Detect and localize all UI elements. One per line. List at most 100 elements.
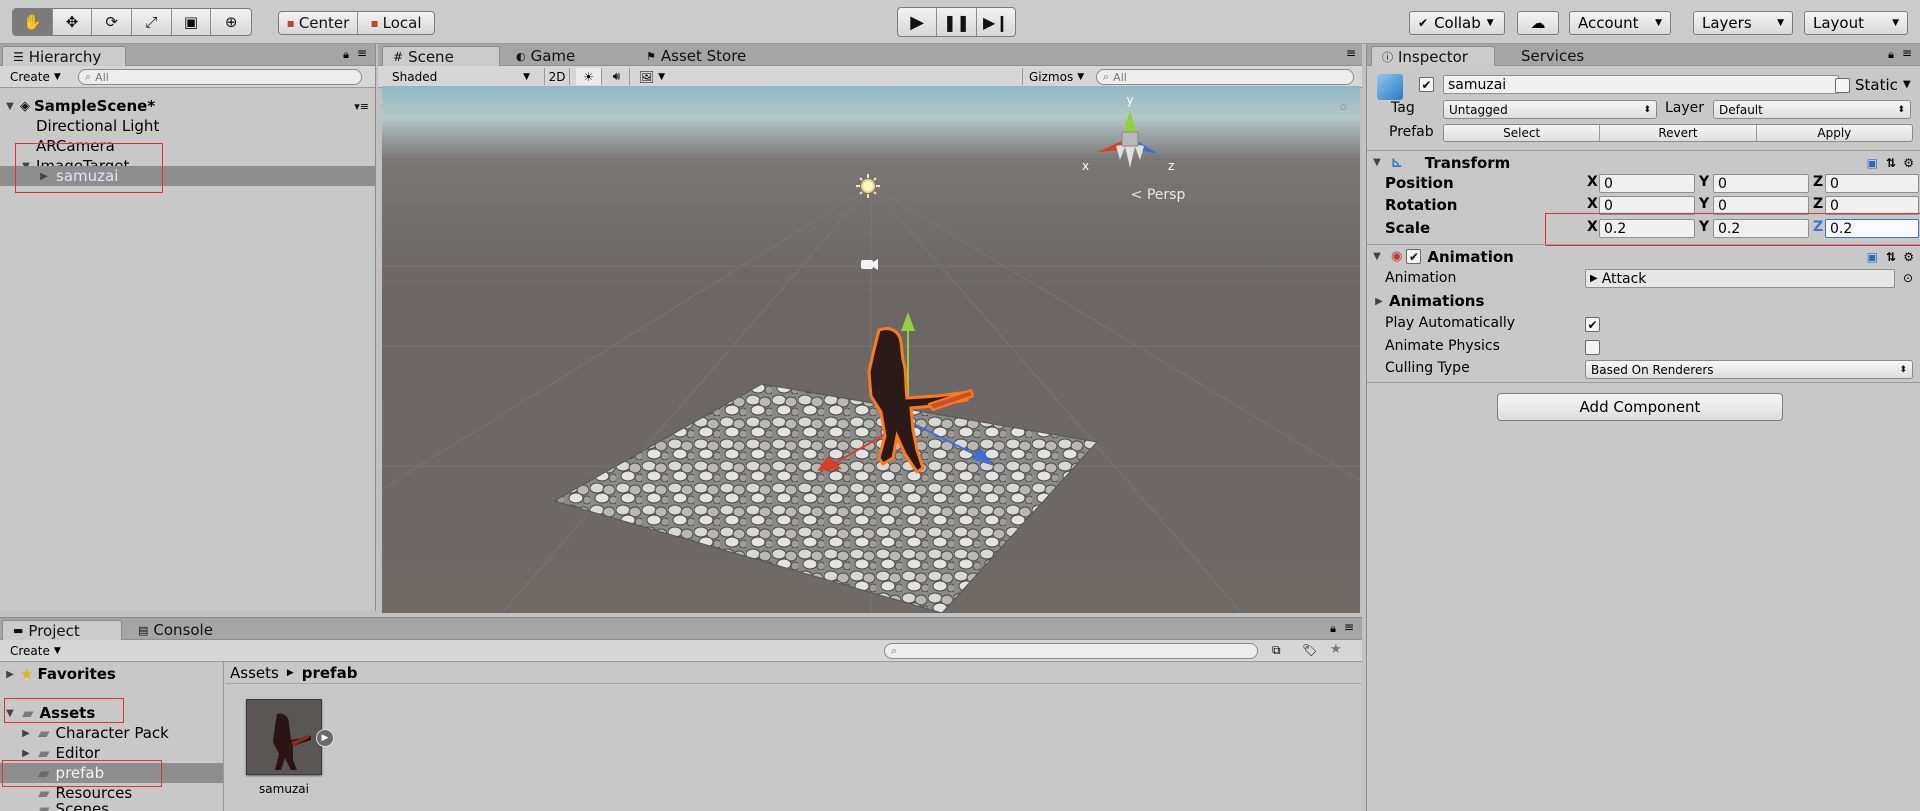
folder-row[interactable]: ▶ ▰ Editor <box>0 743 223 763</box>
axis-z-label[interactable]: Z <box>1813 196 1823 212</box>
animation-header[interactable]: ▼ ◉ ✔ Animation ▣ ⇅ ⚙ <box>1367 244 1920 268</box>
tag-dropdown[interactable]: Untagged ⬍ <box>1443 100 1657 119</box>
scale-z-field[interactable]: 0.2 <box>1825 219 1919 238</box>
account-dropdown[interactable]: Account ▼ <box>1569 11 1671 35</box>
breadcrumb-item[interactable]: Assets <box>230 664 279 682</box>
tab-scene[interactable]: # Scene <box>382 46 500 66</box>
tab-game[interactable]: ◐ Game <box>506 46 585 66</box>
scene-menu-icon[interactable]: ▾≡ <box>354 100 369 113</box>
lock-icon[interactable]: 🔒︎ <box>1888 48 1894 62</box>
play-automatically-checkbox[interactable]: ✔ <box>1585 317 1600 332</box>
position-x-field[interactable]: 0 <box>1599 174 1695 193</box>
tab-services[interactable]: Services <box>1511 46 1594 66</box>
project-create-button[interactable]: Create ▼ <box>4 642 67 659</box>
favorite-star-icon[interactable]: ★ <box>1330 642 1342 657</box>
transform-header[interactable]: ▼ ⊾ Transform ▣ ⇅ ⚙ <box>1367 150 1920 174</box>
layer-dropdown[interactable]: Default ⬍ <box>1713 100 1911 119</box>
axis-y-label[interactable]: Y <box>1699 219 1709 235</box>
play-icon[interactable]: ▶ <box>898 8 938 36</box>
collapsed-triangle-icon[interactable]: ▶ <box>1373 296 1385 307</box>
asset-thumbnail-samuzai[interactable] <box>246 699 322 775</box>
chevron-down-icon[interactable]: ▼ <box>1903 79 1911 90</box>
pause-icon[interactable]: ❚❚ <box>937 8 977 36</box>
expand-triangle-icon[interactable]: ▼ <box>1371 251 1383 262</box>
preset-icon[interactable]: ⇅ <box>1886 250 1896 264</box>
axis-z-label[interactable]: Z <box>1813 219 1823 235</box>
hierarchy-create-button[interactable]: Create ▼ <box>4 68 67 85</box>
rotate-tool-icon[interactable]: ⟳ <box>92 9 133 35</box>
tab-console[interactable]: ▤ Console <box>128 620 223 640</box>
axis-x-label[interactable]: X <box>1587 196 1598 212</box>
folder-row[interactable]: ▰ Scenes <box>0 800 223 811</box>
scale-x-field[interactable]: 0.2 <box>1599 219 1695 238</box>
animation-enabled-checkbox[interactable]: ✔ <box>1406 249 1422 264</box>
rotation-y-field[interactable]: 0 <box>1713 196 1809 215</box>
help-book-icon[interactable]: ▣ <box>1867 250 1878 264</box>
cloud-button[interactable]: ☁ <box>1517 11 1559 35</box>
prefab-apply-button[interactable]: Apply <box>1757 125 1912 141</box>
tab-project[interactable]: ▬ Project <box>2 620 122 640</box>
object-picker-icon[interactable]: ⊙ <box>1903 271 1913 285</box>
hand-tool-icon[interactable]: ✋ <box>13 9 53 35</box>
tab-inspector[interactable]: ⓘ Inspector <box>1371 46 1495 66</box>
lighting-toggle-icon[interactable]: ☀ <box>576 68 602 85</box>
move-tool-icon[interactable]: ✥ <box>53 9 93 35</box>
culling-type-dropdown[interactable]: Based On Renderers ⬍ <box>1585 360 1913 379</box>
panel-menu-icon[interactable]: ≡ <box>357 46 367 60</box>
filter-type-icon[interactable]: ⧉ <box>1272 643 1281 658</box>
hierarchy-item[interactable]: Directional Light <box>0 116 375 136</box>
lock-icon[interactable]: 🔒︎ <box>1330 622 1336 636</box>
folder-row[interactable]: ▶ ▰ Character Pack <box>0 723 223 743</box>
filter-label-icon[interactable]: 🏷︎ <box>1302 643 1317 657</box>
layout-dropdown[interactable]: Layout ▼ <box>1804 11 1908 35</box>
tab-hierarchy[interactable]: ☰ Hierarchy <box>2 46 126 66</box>
axis-x-label[interactable]: X <box>1587 219 1598 235</box>
expand-triangle-icon[interactable]: ▼ <box>1371 157 1383 168</box>
collab-button[interactable]: ✔ Collab ▼ <box>1409 11 1505 35</box>
hierarchy-item[interactable]: ARCamera <box>0 136 375 156</box>
transform-tool-icon[interactable]: ⊕ <box>211 9 251 35</box>
animation-clip-field[interactable]: ▶ Attack <box>1585 269 1895 288</box>
audio-toggle-icon[interactable]: 🔊︎ <box>604 68 630 85</box>
folder-row-prefab[interactable]: ▰ prefab <box>0 763 223 783</box>
axis-y-label[interactable]: Y <box>1699 174 1709 190</box>
expand-triangle-icon[interactable]: ▼ <box>4 708 16 719</box>
hierarchy-item-samuzai[interactable]: ▶ samuzai <box>0 166 375 186</box>
preset-icon[interactable]: ⇅ <box>1886 156 1896 170</box>
expand-prefab-arrow-icon[interactable]: ▶ <box>316 729 334 747</box>
collapsed-triangle-icon[interactable]: ▶ <box>20 728 32 739</box>
active-checkbox[interactable]: ✔ <box>1419 77 1434 92</box>
lock-icon[interactable]: 🔒︎ <box>343 48 349 62</box>
layers-dropdown[interactable]: Layers ▼ <box>1693 11 1793 35</box>
scene-root-row[interactable]: ▼ ◈ SampleScene* ▾≡ <box>0 96 375 116</box>
scene-render[interactable]: y x z < Persp ⌂ <box>382 86 1360 613</box>
rotation-z-field[interactable]: 0 <box>1825 196 1919 215</box>
effects-toggle-icon[interactable]: 🖼︎ ▼ <box>632 68 672 85</box>
help-book-icon[interactable]: ▣ <box>1867 156 1878 170</box>
pivot-local-button[interactable]: ▪ Local <box>358 12 434 34</box>
tab-asset-store[interactable]: ⚑ Asset Store <box>636 46 756 66</box>
scene-viewport[interactable]: y x z < Persp ⌂ <box>382 86 1360 613</box>
prefab-revert-button[interactable]: Revert <box>1600 125 1757 141</box>
rect-tool-icon[interactable]: ▣ <box>172 9 212 35</box>
static-checkbox[interactable] <box>1835 78 1850 93</box>
prefab-select-button[interactable]: Select <box>1444 125 1601 141</box>
panel-menu-icon[interactable]: ≡ <box>1902 46 1912 60</box>
axis-z-label[interactable]: Z <box>1813 174 1823 190</box>
animate-physics-checkbox[interactable] <box>1585 340 1600 355</box>
step-icon[interactable]: ▶❙ <box>977 8 1015 36</box>
animations-foldout[interactable]: ▶ Animations <box>1373 292 1484 310</box>
scale-y-field[interactable]: 0.2 <box>1713 219 1809 238</box>
gizmos-dropdown[interactable]: Gizmos ▼ <box>1022 68 1084 85</box>
assets-row[interactable]: ▼ ▰ Assets <box>0 703 223 723</box>
pivot-center-button[interactable]: ▪ Center <box>279 12 358 34</box>
scale-tool-icon[interactable]: ⤢ <box>132 9 172 35</box>
project-search-input[interactable]: ⌕ <box>884 643 1258 659</box>
panel-menu-icon[interactable]: ≡ <box>1344 620 1354 634</box>
breadcrumb-item[interactable]: prefab <box>302 664 358 682</box>
rotation-x-field[interactable]: 0 <box>1599 196 1695 215</box>
position-y-field[interactable]: 0 <box>1713 174 1809 193</box>
gear-icon[interactable]: ⚙ <box>1903 156 1914 170</box>
scene-search-input[interactable]: ⌕ All <box>1096 69 1354 85</box>
add-component-button[interactable]: Add Component <box>1497 393 1783 421</box>
